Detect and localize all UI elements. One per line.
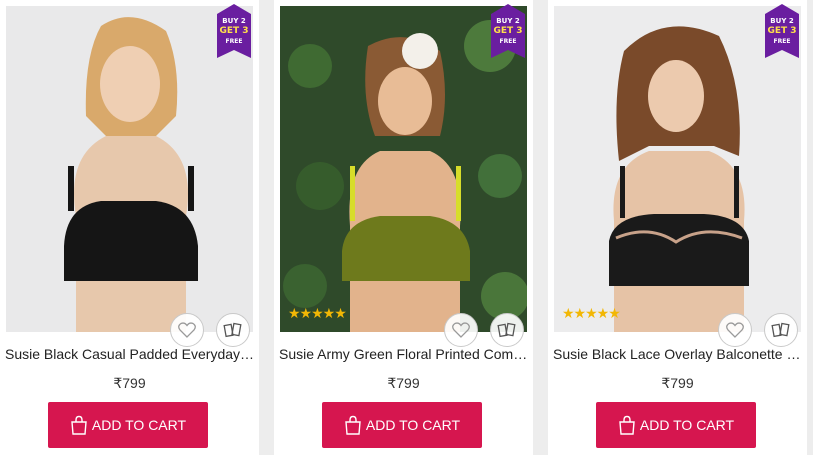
product-image[interactable] [554, 6, 801, 332]
add-to-cart-label: ADD TO CART [91, 417, 187, 433]
shopping-bag-icon [345, 415, 361, 435]
offer-badge: BUY 2 GET 3 FREE [217, 4, 251, 58]
product-card[interactable]: BUY 2 GET 3 FREE ★★★★★ Susie Army Green … [274, 0, 533, 455]
offer-line-3: FREE [773, 38, 791, 45]
product-image[interactable] [6, 6, 253, 332]
compare-icon [771, 322, 790, 338]
rating-stars: ★★★★★ [562, 305, 621, 321]
compare-button[interactable] [490, 313, 524, 347]
compare-button[interactable] [216, 313, 250, 347]
product-price: ₹799 [113, 375, 146, 391]
product-image[interactable] [280, 6, 527, 332]
wishlist-button[interactable] [718, 313, 752, 347]
rating-stars: ★★★★★ [288, 305, 347, 321]
offer-line-3: FREE [225, 38, 243, 45]
offer-line-2: GET 3 [219, 26, 249, 36]
add-to-cart-button[interactable]: ADD TO CART [48, 402, 208, 448]
offer-line-2: GET 3 [767, 26, 797, 36]
product-price: ₹799 [387, 375, 420, 391]
offer-badge: BUY 2 GET 3 FREE [491, 4, 525, 58]
product-name[interactable]: Susie Black Lace Overlay Balconette Bra [553, 345, 803, 363]
offer-line-1: BUY 2 [770, 17, 794, 25]
offer-badge: BUY 2 GET 3 FREE [765, 4, 799, 58]
add-to-cart-button[interactable]: ADD TO CART [322, 402, 482, 448]
product-grid: BUY 2 GET 3 FREE Susie Black Casual Padd… [0, 0, 813, 455]
shopping-bag-icon [619, 415, 635, 435]
heart-icon [452, 322, 470, 338]
add-to-cart-label: ADD TO CART [365, 417, 461, 433]
offer-line-1: BUY 2 [222, 17, 246, 25]
wishlist-button[interactable] [170, 313, 204, 347]
shopping-bag-icon [71, 415, 87, 435]
compare-icon [223, 322, 242, 338]
heart-icon [726, 322, 744, 338]
product-card[interactable]: BUY 2 GET 3 FREE ★★★★★ Susie Black Lace … [548, 0, 807, 455]
compare-icon [497, 322, 516, 338]
offer-line-2: GET 3 [493, 26, 523, 36]
add-to-cart-label: ADD TO CART [639, 417, 735, 433]
wishlist-button[interactable] [444, 313, 478, 347]
product-card[interactable]: BUY 2 GET 3 FREE Susie Black Casual Padd… [0, 0, 259, 455]
compare-button[interactable] [764, 313, 798, 347]
product-price: ₹799 [661, 375, 694, 391]
product-name[interactable]: Susie Black Casual Padded Everyday Bra [5, 345, 255, 363]
product-name[interactable]: Susie Army Green Floral Printed Comfort … [279, 345, 529, 363]
offer-line-1: BUY 2 [496, 17, 520, 25]
add-to-cart-button[interactable]: ADD TO CART [596, 402, 756, 448]
heart-icon [178, 322, 196, 338]
offer-line-3: FREE [499, 38, 517, 45]
